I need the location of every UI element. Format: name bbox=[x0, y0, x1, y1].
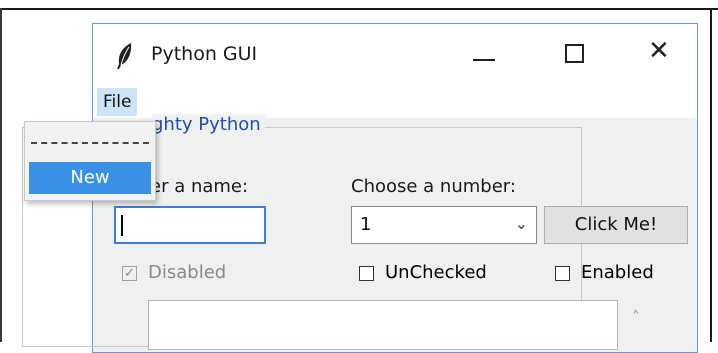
click-me-button[interactable]: Click Me! bbox=[544, 206, 688, 244]
screenshot-border-top bbox=[0, 8, 718, 10]
close-icon: ✕ bbox=[648, 36, 670, 66]
scroll-up-icon[interactable]: ˄ bbox=[632, 308, 640, 326]
scrolled-text-area[interactable] bbox=[148, 300, 618, 350]
menu-file[interactable]: File bbox=[97, 88, 138, 116]
label-frame-title: ghty Python bbox=[152, 114, 265, 135]
number-combobox-value: 1 bbox=[360, 214, 372, 235]
name-input[interactable] bbox=[114, 206, 266, 244]
checkbox-unchecked-label[interactable]: UnChecked bbox=[385, 262, 487, 283]
text-caret bbox=[121, 215, 123, 236]
close-button[interactable]: ✕ bbox=[627, 24, 697, 86]
file-dropdown-menu: New bbox=[24, 121, 156, 201]
checkbox-empty-icon[interactable] bbox=[359, 266, 374, 281]
minimize-icon bbox=[473, 59, 495, 61]
checkbox-disabled-label: Disabled bbox=[148, 262, 227, 283]
name-label: er a name: bbox=[150, 176, 249, 197]
maximize-button[interactable] bbox=[540, 24, 610, 86]
feather-icon bbox=[117, 43, 132, 69]
title-bar[interactable]: Python GUI ✕ bbox=[93, 24, 697, 86]
screenshot-border-left bbox=[0, 8, 2, 342]
checkbox-enabled-label[interactable]: Enabled bbox=[581, 262, 654, 283]
checkbox-checked-icon: ✓ bbox=[122, 266, 137, 281]
menu-item-new[interactable]: New bbox=[29, 162, 151, 194]
chevron-down-icon[interactable]: ⌄ bbox=[515, 214, 528, 233]
maximize-icon bbox=[565, 44, 584, 63]
number-combobox[interactable]: 1 ⌄ bbox=[351, 206, 537, 244]
window-title: Python GUI bbox=[151, 43, 258, 65]
screenshot-border-right bbox=[710, 8, 712, 342]
menu-tearoff-line[interactable] bbox=[31, 142, 149, 144]
minimize-button[interactable] bbox=[449, 24, 519, 86]
checkbox-empty-icon[interactable] bbox=[555, 266, 570, 281]
number-label: Choose a number: bbox=[351, 176, 516, 197]
